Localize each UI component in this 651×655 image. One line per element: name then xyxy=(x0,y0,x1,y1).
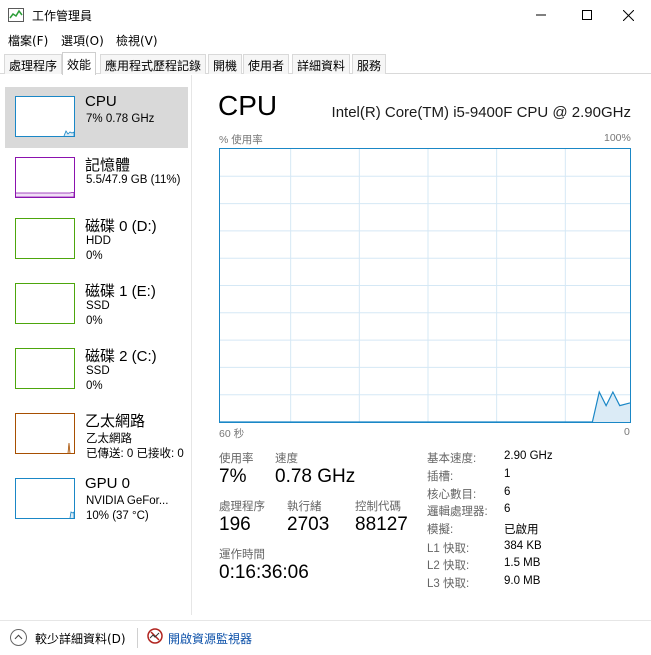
tab-services[interactable]: 服務 xyxy=(352,54,387,74)
spec-value: 已啟用 xyxy=(504,524,539,536)
task-manager-icon xyxy=(8,8,24,22)
tab-users[interactable]: 使用者 xyxy=(243,54,290,74)
disk-2-thumbnail xyxy=(15,348,75,389)
spec-label: L3 快取: xyxy=(427,578,470,590)
processes-label: 處理程序 xyxy=(219,501,265,513)
graph-y-label: % 使用率 xyxy=(219,134,263,146)
fewer-details-button[interactable]: 較少詳細資料(D) xyxy=(35,630,126,647)
resource-detail: 乙太網路 xyxy=(86,433,132,445)
tab-performance[interactable]: 效能 xyxy=(62,52,97,75)
processes-value: 196 xyxy=(219,514,251,535)
resource-gpu[interactable]: GPU 0 NVIDIA GeFor... 10% (37 °C) xyxy=(5,469,188,530)
resource-name: 磁碟 2 (C:) xyxy=(85,348,157,365)
cpu-model-name: Intel(R) Core(TM) i5-9400F CPU @ 2.90GHz xyxy=(331,104,631,121)
tab-details[interactable]: 詳細資料 xyxy=(292,54,351,74)
memory-thumbnail xyxy=(15,157,75,198)
gpu-thumbnail xyxy=(15,478,75,519)
open-resource-monitor-link[interactable]: 開啟資源監視器 xyxy=(168,630,252,647)
resource-name: 記憶體 xyxy=(85,157,131,174)
page-title: CPU xyxy=(218,90,278,121)
resource-cpu[interactable]: CPU 7% 0.78 GHz xyxy=(5,87,188,148)
resource-disk-0[interactable]: 磁碟 0 (D:) HDD 0% xyxy=(5,209,188,270)
tab-startup[interactable]: 開機 xyxy=(208,54,243,74)
resource-disk-2[interactable]: 磁碟 2 (C:) SSD 0% xyxy=(5,339,188,400)
menu-options[interactable]: 選項(O) xyxy=(61,32,104,49)
minimize-button[interactable] xyxy=(518,0,564,30)
footer-bar: 較少詳細資料(D) 開啟資源監視器 xyxy=(0,620,651,655)
resource-usage: 0% xyxy=(86,250,103,262)
menu-file[interactable]: 檔案(F) xyxy=(8,32,48,49)
resource-name: CPU xyxy=(85,93,117,110)
spec-value: 9.0 MB xyxy=(504,575,541,587)
resource-monitor-icon xyxy=(147,628,163,644)
resource-detail: SSD xyxy=(86,365,110,377)
resource-detail: HDD xyxy=(86,235,111,247)
usage-value: 7% xyxy=(219,466,247,487)
uptime-value: 0:16:36:06 xyxy=(219,562,309,583)
close-icon xyxy=(622,9,634,21)
resource-name: 磁碟 1 (E:) xyxy=(85,283,156,300)
uptime-label: 運作時間 xyxy=(219,549,265,561)
speed-value: 0.78 GHz xyxy=(275,466,356,487)
maximize-icon xyxy=(582,10,592,20)
resource-name: 乙太網路 xyxy=(85,413,146,430)
minimize-icon xyxy=(536,14,546,16)
title-bar: 工作管理員 xyxy=(0,0,651,30)
resource-usage: 0% xyxy=(86,315,103,327)
resource-name: 磁碟 0 (D:) xyxy=(85,218,157,235)
resource-detail: 7% 0.78 GHz xyxy=(86,113,155,125)
window-title: 工作管理員 xyxy=(32,9,93,23)
spec-label: L1 快取: xyxy=(427,543,470,555)
handles-label: 控制代碼 xyxy=(355,501,401,513)
spec-value: 1 xyxy=(504,468,511,480)
spec-value: 1.5 MB xyxy=(504,557,541,569)
disk-1-thumbnail xyxy=(15,283,75,324)
cpu-usage-line xyxy=(220,390,630,422)
spec-label: 模擬: xyxy=(427,524,454,536)
threads-value: 2703 xyxy=(287,514,330,535)
resource-name: GPU 0 xyxy=(85,475,131,492)
graph-time-label: 60 秒 xyxy=(219,428,245,440)
spec-label: 核心數目: xyxy=(427,489,477,501)
spec-value: 384 KB xyxy=(504,540,542,552)
cpu-usage-graph xyxy=(219,148,631,423)
close-button[interactable] xyxy=(605,0,651,30)
resource-detail: NVIDIA GeFor... xyxy=(86,495,169,507)
cpu-thumbnail xyxy=(15,96,75,137)
menu-view[interactable]: 檢視(V) xyxy=(116,32,158,49)
speed-label: 速度 xyxy=(275,453,298,465)
spec-label: L2 快取: xyxy=(427,560,470,572)
resource-usage: 10% (37 °C) xyxy=(86,510,149,522)
resource-usage: 已傳送: 0 已接收: 0 xyxy=(86,448,184,460)
resource-detail: 5.5/47.9 GB (11%) xyxy=(86,174,181,186)
resource-memory[interactable]: 記憶體 5.5/47.9 GB (11%) xyxy=(5,148,188,209)
spec-label: 邏輯處理器: xyxy=(427,506,488,518)
menu-bar: 檔案(F) 選項(O) 檢視(V) xyxy=(0,30,651,51)
resource-list: CPU 7% 0.78 GHz 記憶體 5.5/47.9 GB (11%) 磁碟… xyxy=(0,75,192,615)
tab-processes[interactable]: 處理程序 xyxy=(4,54,63,74)
resource-detail: SSD xyxy=(86,300,110,312)
resource-disk-1[interactable]: 磁碟 1 (E:) SSD 0% xyxy=(5,274,188,335)
graph-y-max: 100% xyxy=(604,132,631,144)
footer-divider xyxy=(137,628,138,648)
spec-label: 基本速度: xyxy=(427,453,477,465)
tab-bar: 處理程序 效能 應用程式歷程記錄 開機 使用者 詳細資料 服務 xyxy=(0,52,651,75)
spec-value: 6 xyxy=(504,503,511,515)
maximize-button[interactable] xyxy=(564,0,610,30)
ethernet-thumbnail xyxy=(15,413,75,454)
usage-label: 使用率 xyxy=(219,453,254,465)
spec-value: 6 xyxy=(504,486,511,498)
spec-label: 插槽: xyxy=(427,471,454,483)
chevron-up-icon[interactable] xyxy=(10,629,27,646)
cpu-usage-area xyxy=(220,392,630,422)
disk-0-thumbnail xyxy=(15,218,75,259)
spec-value: 2.90 GHz xyxy=(504,450,553,462)
threads-label: 執行緒 xyxy=(287,501,322,513)
resource-usage: 0% xyxy=(86,380,103,392)
resource-ethernet[interactable]: 乙太網路 乙太網路 已傳送: 0 已接收: 0 xyxy=(5,404,188,465)
handles-value: 88127 xyxy=(355,514,408,535)
tab-app-history[interactable]: 應用程式歷程記錄 xyxy=(100,54,207,74)
graph-x-zero: 0 xyxy=(624,426,630,438)
